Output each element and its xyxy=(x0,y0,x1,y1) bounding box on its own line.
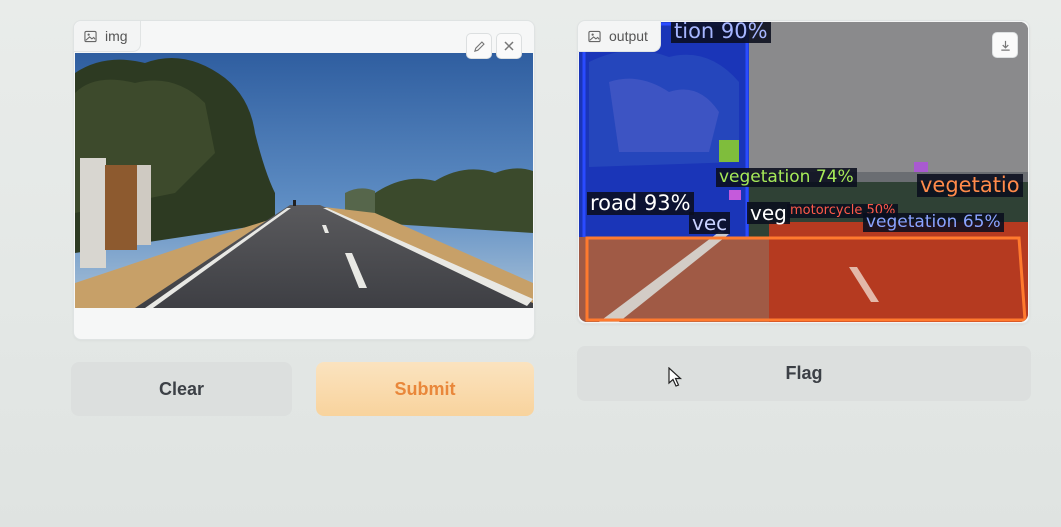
detection-label: vegetatio xyxy=(917,173,1023,198)
input-label-chip: img xyxy=(74,21,141,52)
detection-label: vegetation 74% xyxy=(716,168,857,187)
output-segmentation-image: tion 90% vegetation 74% vegetatio road 9… xyxy=(579,22,1028,322)
submit-button[interactable]: Submit xyxy=(316,362,534,416)
input-image-panel: img xyxy=(73,20,535,340)
detection-label: veg xyxy=(747,202,790,224)
edit-button[interactable] xyxy=(466,33,492,59)
download-button[interactable] xyxy=(992,32,1018,58)
detection-label: vegetation 65% xyxy=(863,213,1004,232)
mouse-cursor-icon xyxy=(668,367,683,387)
clear-image-button[interactable] xyxy=(496,33,522,59)
flag-button[interactable]: Flag xyxy=(577,346,1031,401)
road-photo xyxy=(75,53,533,308)
input-label: img xyxy=(105,28,128,44)
output-label: output xyxy=(609,28,648,44)
image-icon xyxy=(84,30,97,42)
detection-label: road 93% xyxy=(587,191,694,216)
clear-button[interactable]: Clear xyxy=(71,362,292,416)
pencil-icon xyxy=(473,40,485,52)
detection-label: vec xyxy=(689,212,731,234)
download-icon xyxy=(1000,40,1010,51)
detection-label: tion 90% xyxy=(671,22,771,44)
close-icon xyxy=(504,41,514,51)
image-icon xyxy=(588,30,601,42)
output-image-panel: tion 90% vegetation 74% vegetatio road 9… xyxy=(577,20,1030,324)
output-label-chip: output xyxy=(578,21,661,52)
input-road-image[interactable] xyxy=(75,53,533,308)
